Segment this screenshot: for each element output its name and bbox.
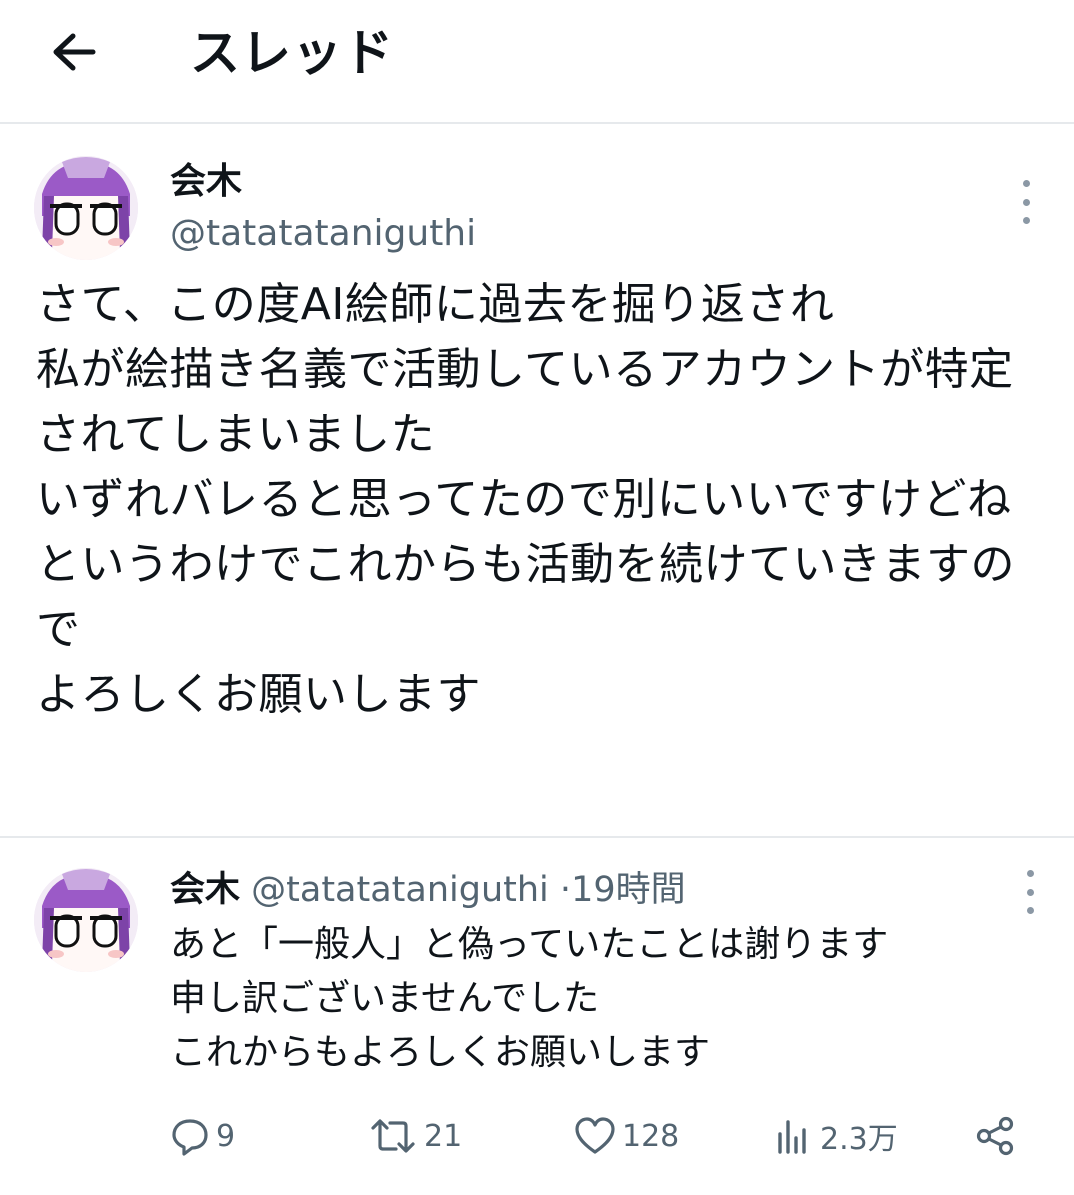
avatar[interactable] [34, 868, 138, 972]
share-icon [976, 1116, 1014, 1156]
arrow-left-icon [53, 33, 96, 71]
like-count: 128 [622, 1118, 680, 1154]
share-button[interactable] [974, 1108, 1018, 1164]
more-options-icon[interactable] [1020, 870, 1040, 914]
retweet-button[interactable]: 21 [368, 1108, 462, 1164]
divider [0, 836, 1074, 838]
tweet-text: あと「一般人」と偽っていたことは謝ります 申し訳ございませんでした これからもよ… [170, 924, 889, 1073]
author-handle[interactable]: @tatatataniguthi [251, 870, 549, 910]
like-button[interactable]: 128 [574, 1108, 679, 1164]
more-options-icon[interactable] [1016, 180, 1036, 224]
top-bar: スレッド [0, 0, 1074, 124]
views-button[interactable]: 2.3万 [774, 1108, 898, 1164]
reply-icon [172, 1119, 208, 1156]
reply-button[interactable]: 9 [170, 1108, 235, 1164]
meta-separator: · [559, 870, 572, 910]
author-handle[interactable]: @tatatataniguthi [170, 210, 476, 258]
bar-chart-icon [778, 1120, 806, 1154]
author-name[interactable]: 会木 [170, 158, 242, 206]
tweet-text: さて、この度AI絵師に過去を掘り返され 私が絵描き名義で活動しているアカウントが… [36, 279, 1015, 720]
reply-count: 9 [216, 1118, 236, 1154]
author-name[interactable]: 会木 [170, 870, 240, 910]
tweet-meta: 会木 @tatatataniguthi ·19時間 [170, 866, 686, 914]
back-button[interactable] [46, 24, 102, 80]
avatar[interactable] [34, 156, 138, 260]
retweet-count: 21 [424, 1118, 463, 1154]
page-title: スレッド [190, 24, 394, 82]
tweet-time[interactable]: 19時間 [571, 870, 686, 910]
retweet-icon [371, 1119, 415, 1153]
tweet-actions: 9 21 128 2.3万 [170, 1108, 1050, 1164]
heart-icon [575, 1117, 615, 1154]
views-count: 2.3万 [820, 1122, 898, 1157]
